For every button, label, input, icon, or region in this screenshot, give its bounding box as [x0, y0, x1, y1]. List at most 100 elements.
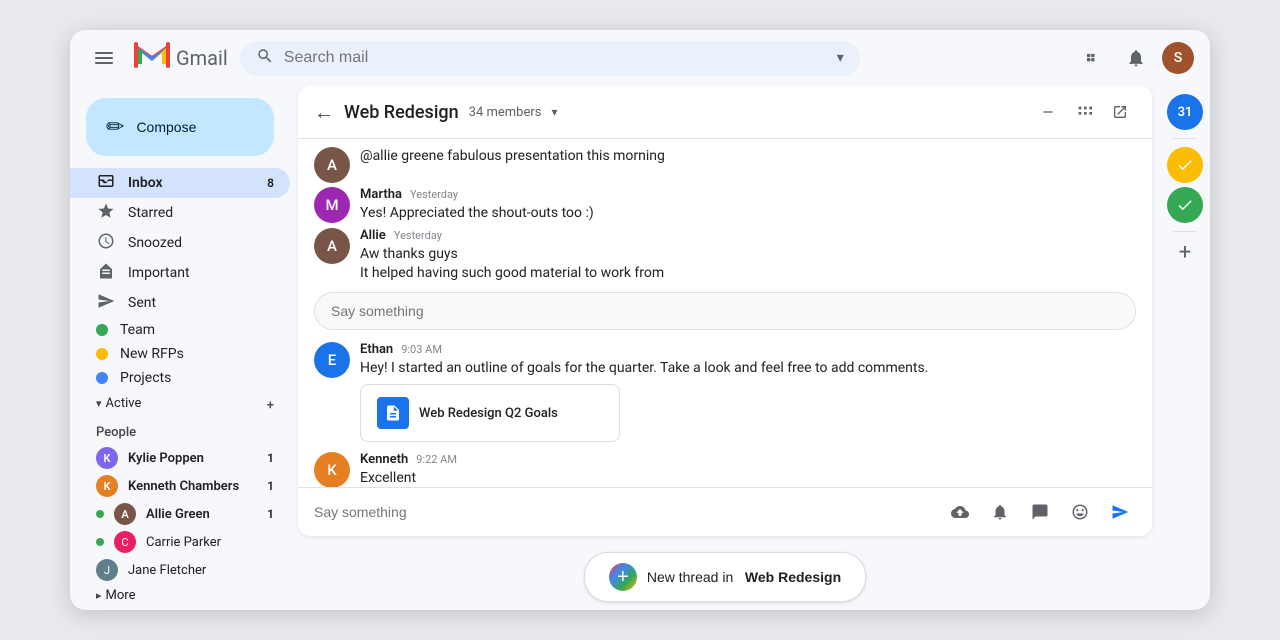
- important-icon: [96, 262, 116, 284]
- martha-time: Yesterday: [410, 188, 458, 201]
- sidebar-item-starred[interactable]: Starred: [70, 198, 290, 228]
- search-chevron-icon[interactable]: ▾: [837, 50, 844, 66]
- projects-color-dot: [96, 372, 108, 384]
- chat-header: ← Web Redesign 34 members ▾: [298, 86, 1152, 139]
- apps-icon[interactable]: [1074, 40, 1110, 76]
- allie-text2: It helped having such good material to w…: [360, 264, 1136, 284]
- attachment-name: Web Redesign Q2 Goals: [419, 406, 558, 421]
- allie-badge: 1: [267, 507, 274, 521]
- upload-icon[interactable]: [944, 496, 976, 528]
- right-sidebar-divider-2: [1173, 231, 1197, 232]
- add-chat-btn[interactable]: +: [267, 398, 274, 413]
- user-avatar[interactable]: S: [1162, 42, 1194, 74]
- meet-icon-btn[interactable]: [1167, 187, 1203, 223]
- sidebar-item-snoozed[interactable]: Snoozed: [70, 228, 290, 258]
- new-thread-button[interactable]: + New thread in Web Redesign: [584, 552, 866, 602]
- tasks-icon-btn[interactable]: [1167, 147, 1203, 183]
- search-icon: [256, 47, 274, 70]
- say-something-top-input[interactable]: [314, 292, 1136, 330]
- jane-name: Jane Fletcher: [128, 563, 206, 578]
- more-chevron-icon: ▸: [96, 589, 102, 602]
- notification-icon[interactable]: [1118, 40, 1154, 76]
- sidebar-item-important[interactable]: Important: [70, 258, 290, 288]
- kenneth-msg-name: Kenneth: [360, 452, 408, 467]
- send-icon[interactable]: [1104, 496, 1136, 528]
- snoozed-icon: [96, 232, 116, 254]
- martha-header: Martha Yesterday: [360, 187, 1136, 202]
- team-color-dot: [96, 324, 108, 336]
- minimize-icon[interactable]: [1032, 96, 1064, 128]
- carrie-name: Carrie Parker: [146, 535, 221, 550]
- people-item-carrie[interactable]: C Carrie Parker: [70, 528, 290, 556]
- attachment-card[interactable]: Web Redesign Q2 Goals: [360, 384, 620, 442]
- inbox-label: Inbox: [128, 175, 163, 191]
- kylie-avatar: K: [96, 447, 118, 469]
- team-label: Team: [120, 322, 155, 338]
- chat-container: ← Web Redesign 34 members ▾: [298, 86, 1152, 536]
- right-sidebar: 31 +: [1160, 86, 1210, 610]
- chat-header-actions: [1032, 96, 1136, 128]
- carrie-online-dot: [96, 538, 104, 546]
- ethan-text: Hey! I started an outline of goals for t…: [360, 359, 1136, 379]
- sidebar-item-new-rfps[interactable]: New RFPs: [70, 342, 290, 366]
- people-item-allie[interactable]: A Allie Green 1: [70, 500, 290, 528]
- kenneth-msg-time: 9:22 AM: [416, 453, 457, 466]
- allie-msg-time: Yesterday: [394, 229, 442, 242]
- compose-button[interactable]: ✏ Compose: [86, 98, 274, 156]
- kenneth-header: Kenneth 9:22 AM: [360, 452, 1136, 467]
- compose-plus-icon: ✏: [106, 114, 124, 140]
- people-item-kylie[interactable]: K Kylie Poppen 1: [70, 444, 290, 472]
- kylie-name: Kylie Poppen: [128, 451, 204, 466]
- expand-icon[interactable]: [1068, 96, 1100, 128]
- kenneth-text1: Excellent: [360, 469, 1136, 487]
- compose-label: Compose: [136, 119, 196, 135]
- chat-input-bar: [298, 487, 1152, 536]
- topbar: Gmail ▾ S: [70, 30, 1210, 86]
- emoji-icon[interactable]: [1064, 496, 1096, 528]
- jane-avatar: J: [96, 559, 118, 581]
- martha-text: Yes! Appreciated the shout-outs too :): [360, 204, 1136, 224]
- sidebar-item-team[interactable]: Team: [70, 318, 290, 342]
- open-external-icon[interactable]: [1104, 96, 1136, 128]
- topbar-right: S: [1074, 40, 1194, 76]
- add-apps-icon[interactable]: +: [1179, 240, 1191, 265]
- say-something-top: [314, 292, 1136, 330]
- active-toggle[interactable]: ▾ Active +: [70, 390, 290, 417]
- search-input[interactable]: [284, 49, 827, 67]
- new-rfps-label: New RFPs: [120, 346, 184, 362]
- sent-label: Sent: [128, 295, 156, 311]
- new-thread-label: New thread in Web Redesign: [647, 569, 841, 585]
- martha-avatar: M: [314, 187, 350, 223]
- people-item-kenneth[interactable]: K Kenneth Chambers 1: [70, 472, 290, 500]
- chat-bubble-icon[interactable]: [1024, 496, 1056, 528]
- sidebar-item-projects[interactable]: Projects: [70, 366, 290, 390]
- more-toggle[interactable]: ▸ More: [70, 584, 290, 607]
- active-label: Active: [106, 396, 142, 411]
- starred-label: Starred: [128, 205, 173, 221]
- chat-input[interactable]: [314, 504, 936, 520]
- people-item-jane[interactable]: J Jane Fletcher: [70, 556, 290, 584]
- more-label: More: [106, 588, 136, 603]
- chat-back-icon[interactable]: ←: [314, 100, 334, 125]
- sidebar-item-sent[interactable]: Sent: [70, 288, 290, 318]
- kenneth-avatar: K: [96, 475, 118, 497]
- search-bar[interactable]: ▾: [240, 41, 860, 76]
- hamburger-icon[interactable]: [86, 40, 122, 76]
- app-window: Gmail ▾ S ✏ Compose: [70, 30, 1210, 610]
- ethan-header: Ethan 9:03 AM: [360, 342, 1136, 357]
- new-thread-bar: + New thread in Web Redesign: [290, 544, 1160, 610]
- sent-icon: [96, 292, 116, 314]
- kenneth-msg-avatar: K: [314, 452, 350, 487]
- active-chevron-icon: ▾: [96, 397, 102, 410]
- people-section-header: People: [70, 421, 290, 444]
- martha-name: Martha: [360, 187, 402, 202]
- calendar-icon-btn[interactable]: 31: [1167, 94, 1203, 130]
- bell-icon[interactable]: [984, 496, 1016, 528]
- allie-name: Allie Green: [146, 507, 210, 522]
- allie-msg-avatar: A: [314, 228, 350, 264]
- sidebar-item-inbox[interactable]: Inbox 8: [70, 168, 290, 198]
- members-chevron-icon[interactable]: ▾: [551, 105, 557, 119]
- martha-content: Martha Yesterday Yes! Appreciated the sh…: [360, 187, 1136, 224]
- important-label: Important: [128, 265, 190, 281]
- new-thread-plus-icon: +: [609, 563, 637, 591]
